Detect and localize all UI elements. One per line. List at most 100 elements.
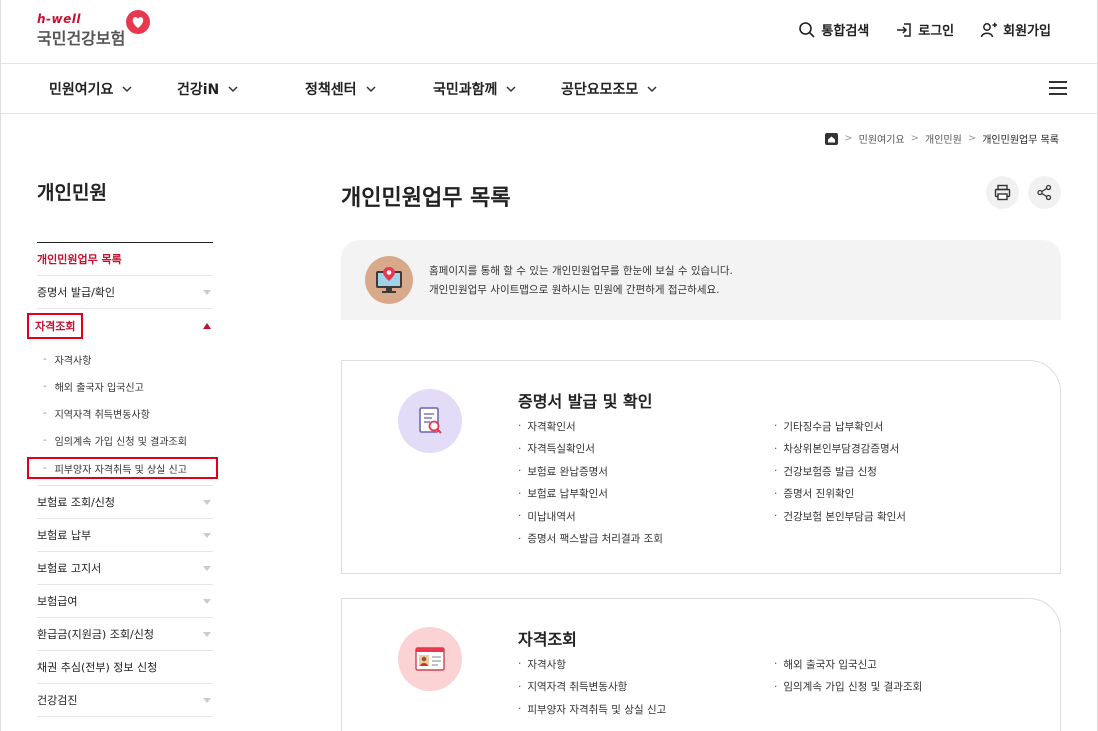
card-link[interactable]: 자격사항	[518, 653, 666, 676]
gnb-item-about[interactable]: 공단요모조모	[561, 79, 658, 99]
dash-marker: -	[43, 381, 47, 392]
breadcrumb-item[interactable]: 민원여기요	[859, 131, 905, 146]
logo[interactable]: h-well 국민건강보험	[37, 10, 150, 49]
sidebar-item-bond[interactable]: 채권 추심(전부) 정보 신청	[37, 651, 213, 684]
card-link[interactable]: 증명서 팩스발급 처리결과 조회	[518, 528, 663, 551]
sidebar-item-benefits[interactable]: 보험급여	[37, 585, 213, 618]
logo-name: 국민건강보험	[37, 29, 126, 48]
card-link[interactable]: 미납내역서	[518, 505, 663, 528]
submenu-label: 해외 출국자 입국신고	[54, 383, 144, 394]
sidebar-item-label: 보험급여	[37, 595, 78, 608]
card-links-left: 자격확인서 자격득실확인서 보험료 완납증명서 보험료 납부확인서 미납내역서 …	[518, 415, 663, 550]
share-button[interactable]	[1028, 176, 1061, 209]
chevron-down-icon	[366, 86, 376, 93]
breadcrumb-separator: >	[844, 133, 853, 144]
sidebar-item-certificates[interactable]: 증명서 발급/확인	[37, 276, 213, 309]
monitor-location-icon	[365, 256, 413, 304]
sidebar-list-more: 보험료 조회/신청 보험료 납부 보험료 고지서 보험급여 환급금(지원금) 조…	[37, 486, 213, 717]
submenu-item-dependent-report[interactable]: - 피부양자 자격취득 및 상실 신고	[27, 457, 218, 479]
card-link[interactable]: 피부양자 자격취득 및 상실 신고	[518, 698, 666, 721]
breadcrumb-current: 개인민원업무 목록	[982, 135, 1059, 146]
sidebar-item-premium-inquiry[interactable]: 보험료 조회/신청	[37, 486, 213, 519]
card-link[interactable]: 지역자격 취득변동사항	[518, 676, 666, 699]
card-certificates: 증명서 발급 및 확인 자격확인서 자격득실확인서 보험료 완납증명서 보험료 …	[341, 360, 1061, 574]
gnb-label: 국민과함께	[433, 82, 498, 98]
print-icon	[994, 184, 1011, 201]
dash-marker: -	[43, 354, 47, 365]
sidebar-submenu: - 자격사항 - 해외 출국자 입국신고 - 지역자격 취득변동사항 - 임의계속 가입…	[27, 342, 218, 486]
notice-box: 홈페이지를 통해 할 수 있는 개인민원업무를 한눈에 보실 수 있습니다. 개…	[341, 240, 1061, 320]
sidebar-item-label: 보험료 납부	[37, 529, 92, 542]
search-icon	[799, 21, 815, 38]
search-link[interactable]: 통합검색	[798, 20, 869, 39]
card-link[interactable]: 임의계속 가입 신청 및 결과조회	[774, 676, 922, 699]
submenu-label: 피부양자 자격취득 및 상실 신고	[54, 464, 187, 476]
document-search-icon	[398, 389, 462, 453]
card-title: 자격조회	[518, 630, 577, 649]
sidebar-item-label: 개인민원업무 목록	[37, 253, 122, 266]
user-plus-icon	[980, 22, 998, 37]
card-link[interactable]: 해외 출국자 입국신고	[774, 653, 922, 676]
sidebar-item-label: 환급금(지원금) 조회/신청	[37, 628, 154, 641]
card-link[interactable]: 자격확인서	[518, 415, 663, 438]
heart-logo-icon	[126, 10, 150, 34]
sidebar-item-label: 보험료 고지서	[37, 562, 102, 575]
sidebar-item-premium-notice[interactable]: 보험료 고지서	[37, 552, 213, 585]
top-bar: h-well 국민건강보험 통합검색 로그인 회원가입	[1, 0, 1097, 64]
page-title: 개인민원업무 목록	[341, 186, 511, 211]
main-navigation: 민원여기요 건강iN 정책센터 국민과함께 공단요모조모	[1, 64, 1097, 114]
login-link-label: 로그인	[918, 24, 955, 39]
submenu-item[interactable]: - 자격사항	[37, 346, 213, 373]
utility-menu: 통합검색 로그인 회원가입	[798, 20, 1051, 39]
sidebar-item-premium-payment[interactable]: 보험료 납부	[37, 519, 213, 552]
caret-down-icon	[203, 697, 211, 703]
sidebar-item-refund[interactable]: 환급금(지원금) 조회/신청	[37, 618, 213, 651]
chevron-down-icon	[122, 86, 132, 93]
breadcrumb-separator: >	[910, 133, 920, 144]
caret-down-icon	[203, 289, 211, 295]
home-icon[interactable]	[825, 132, 839, 145]
card-link[interactable]: 보험료 완납증명서	[518, 460, 663, 483]
sidebar-item-label: 채권 추심(전부) 정보 신청	[37, 661, 158, 674]
card-title: 증명서 발급 및 확인	[518, 392, 653, 411]
caret-down-icon	[203, 499, 211, 505]
sidebar-item-list[interactable]: 개인민원업무 목록	[37, 243, 213, 276]
sidebar-item-checkup[interactable]: 건강검진	[37, 684, 213, 717]
gnb-item-health-in[interactable]: 건강iN	[177, 79, 239, 99]
gnb-item-together[interactable]: 국민과함께	[433, 79, 517, 99]
gnb-item-policy[interactable]: 정책센터	[305, 79, 377, 99]
card-link[interactable]: 자격득실확인서	[518, 438, 663, 461]
card-link[interactable]: 기타징수금 납부확인서	[774, 415, 906, 438]
signup-link-label: 회원가입	[1003, 24, 1051, 39]
sidebar: 개인민원 개인민원업무 목록 증명서 발급/확인 자격조회 - 자격사항 - 해외 …	[27, 178, 218, 717]
hamburger-menu-icon[interactable]	[1049, 81, 1067, 95]
card-link[interactable]: 건강보험증 발급 신청	[774, 460, 906, 483]
logo-tagline: h-well	[37, 12, 81, 26]
signup-link[interactable]: 회원가입	[980, 20, 1051, 39]
chevron-down-icon	[647, 86, 657, 93]
submenu-label: 임의계속 가입 신청 및 결과조회	[54, 437, 187, 448]
submenu-item[interactable]: - 지역자격 취득변동사항	[37, 400, 213, 427]
submenu-item[interactable]: - 임의계속 가입 신청 및 결과조회	[37, 427, 213, 454]
sidebar-title: 개인민원	[37, 178, 213, 243]
submenu-label: 자격사항	[54, 356, 92, 367]
print-button[interactable]	[986, 176, 1019, 209]
submenu-item[interactable]: - 해외 출국자 입국신고	[37, 373, 213, 400]
card-link[interactable]: 차상위본인부담경감증명서	[774, 438, 906, 461]
caret-down-icon	[203, 631, 211, 637]
gnb-item-minwon[interactable]: 민원여기요	[49, 79, 133, 99]
id-card-icon	[398, 627, 462, 691]
breadcrumb-item[interactable]: 개인민원	[925, 131, 962, 146]
chevron-down-icon	[506, 86, 516, 93]
login-icon	[897, 22, 912, 37]
search-link-label: 통합검색	[821, 24, 870, 39]
sidebar-item-label: 건강검진	[37, 694, 78, 707]
card-link[interactable]: 건강보험 본인부담금 확인서	[774, 505, 906, 528]
card-link[interactable]: 보험료 납부확인서	[518, 483, 663, 506]
breadcrumb: > 민원여기요 > 개인민원 > 개인민원업무 목록	[825, 131, 1059, 146]
dash-marker: -	[43, 408, 47, 419]
card-link[interactable]: 증명서 진위확인	[774, 483, 906, 506]
sidebar-item-qualification[interactable]: 자격조회	[27, 309, 213, 342]
login-link[interactable]: 로그인	[895, 20, 954, 39]
card-links-right: 기타징수금 납부확인서 차상위본인부담경감증명서 건강보험증 발급 신청 증명서…	[774, 415, 906, 528]
